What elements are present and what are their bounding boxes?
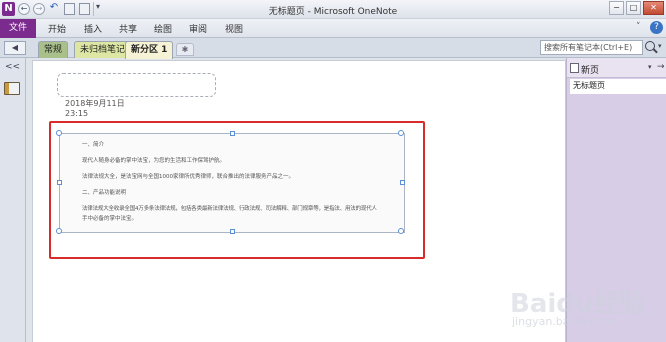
resize-handle[interactable] [230,229,235,234]
tab-draw[interactable]: 绘图 [154,22,172,35]
note-line[interactable]: 现代人随身必备的掌中法宝，为您的生活和工作保驾护航。 [82,156,225,164]
expand-navigation-icon[interactable]: << [5,62,20,72]
minimize-button[interactable]: − [609,1,624,15]
tab-home[interactable]: 开始 [48,22,66,35]
notebook-icon[interactable] [4,82,20,95]
section-tab-unfiled-notes[interactable]: 未归档笔记 [74,41,132,58]
page-date: 2018年9月11日 [65,99,125,108]
expand-ribbon-button[interactable]: ˅ [636,22,641,32]
note-line[interactable]: 二、产品功能说明 [82,188,126,196]
section-tab-new-section-1[interactable]: 新分区 1 [125,41,174,59]
note-line[interactable]: 手中必备的掌中法宝。 [82,214,137,222]
resize-handle[interactable] [230,131,235,136]
new-page-button[interactable]: 新页 [581,63,599,76]
close-button[interactable]: ✕ [643,1,664,15]
resize-handle[interactable] [56,228,62,234]
tab-file[interactable]: 文件 [0,19,36,38]
resize-handle[interactable] [56,130,62,136]
resize-handle[interactable] [400,180,405,185]
tab-insert[interactable]: 插入 [84,22,102,35]
section-tab-general[interactable]: 常规 [38,41,69,58]
resize-handle[interactable] [57,180,62,185]
page-time: 23:15 [65,109,89,118]
title-bar: N ← → ↶ ▾ 无标题页 - Microsoft OneNote − □ ✕ [0,0,666,19]
ribbon-tab-bar: 文件 开始 插入 共享 绘图 审阅 视图 ˅ ? [0,19,666,38]
window-title: 无标题页 - Microsoft OneNote [268,7,398,17]
tab-view[interactable]: 视图 [225,22,243,35]
note-line[interactable]: 法律法规大全，是法宝网与全国1000家律所优秀律师，联合推出的法律服务产品之一。 [82,172,294,180]
add-section-icon[interactable]: ✱ [176,43,194,56]
resize-handle[interactable] [398,130,404,136]
notebook-pane: << [0,58,26,342]
note-line[interactable]: 法律法规大全收录全国4万多条法律法规，包括各类最新法律法规、行政法规、司法解释、… [82,204,377,212]
baidu-watermark-url: jingyan.baidu.com [512,315,614,328]
new-page-icon[interactable] [570,63,579,73]
maximize-button[interactable]: □ [626,1,641,15]
page-list-item[interactable]: 无标题页 [570,79,666,94]
page-list-header: 新页 ▾ → [567,58,666,78]
tab-share[interactable]: 共享 [119,22,137,35]
page-title-field[interactable] [57,73,216,97]
tab-review[interactable]: 审阅 [189,22,207,35]
resize-handle[interactable] [398,228,404,234]
section-tab-bar: ◀ 常规 未归档笔记 新分区 1 ✱ 搜索所有笔记本(Ctrl+E) ▾ [0,38,666,59]
search-icon[interactable] [645,41,655,51]
collapse-page-list-icon[interactable]: → [657,62,665,72]
help-icon[interactable]: ? [650,21,663,34]
note-container[interactable]: 一、简介 现代人随身必备的掌中法宝，为您的生活和工作保驾护航。 法律法规大全，是… [56,130,405,234]
search-scope-dropdown[interactable]: ▾ [658,42,662,50]
navigate-back-icon[interactable]: ◀ [4,41,26,55]
page-canvas[interactable]: 2018年9月11日 23:15 一、简介 现代人随身必备的掌中法宝，为您的生活… [32,60,566,342]
note-line[interactable]: 一、简介 [82,140,104,148]
new-page-dropdown[interactable]: ▾ [648,63,652,71]
search-input[interactable]: 搜索所有笔记本(Ctrl+E) [540,40,643,55]
